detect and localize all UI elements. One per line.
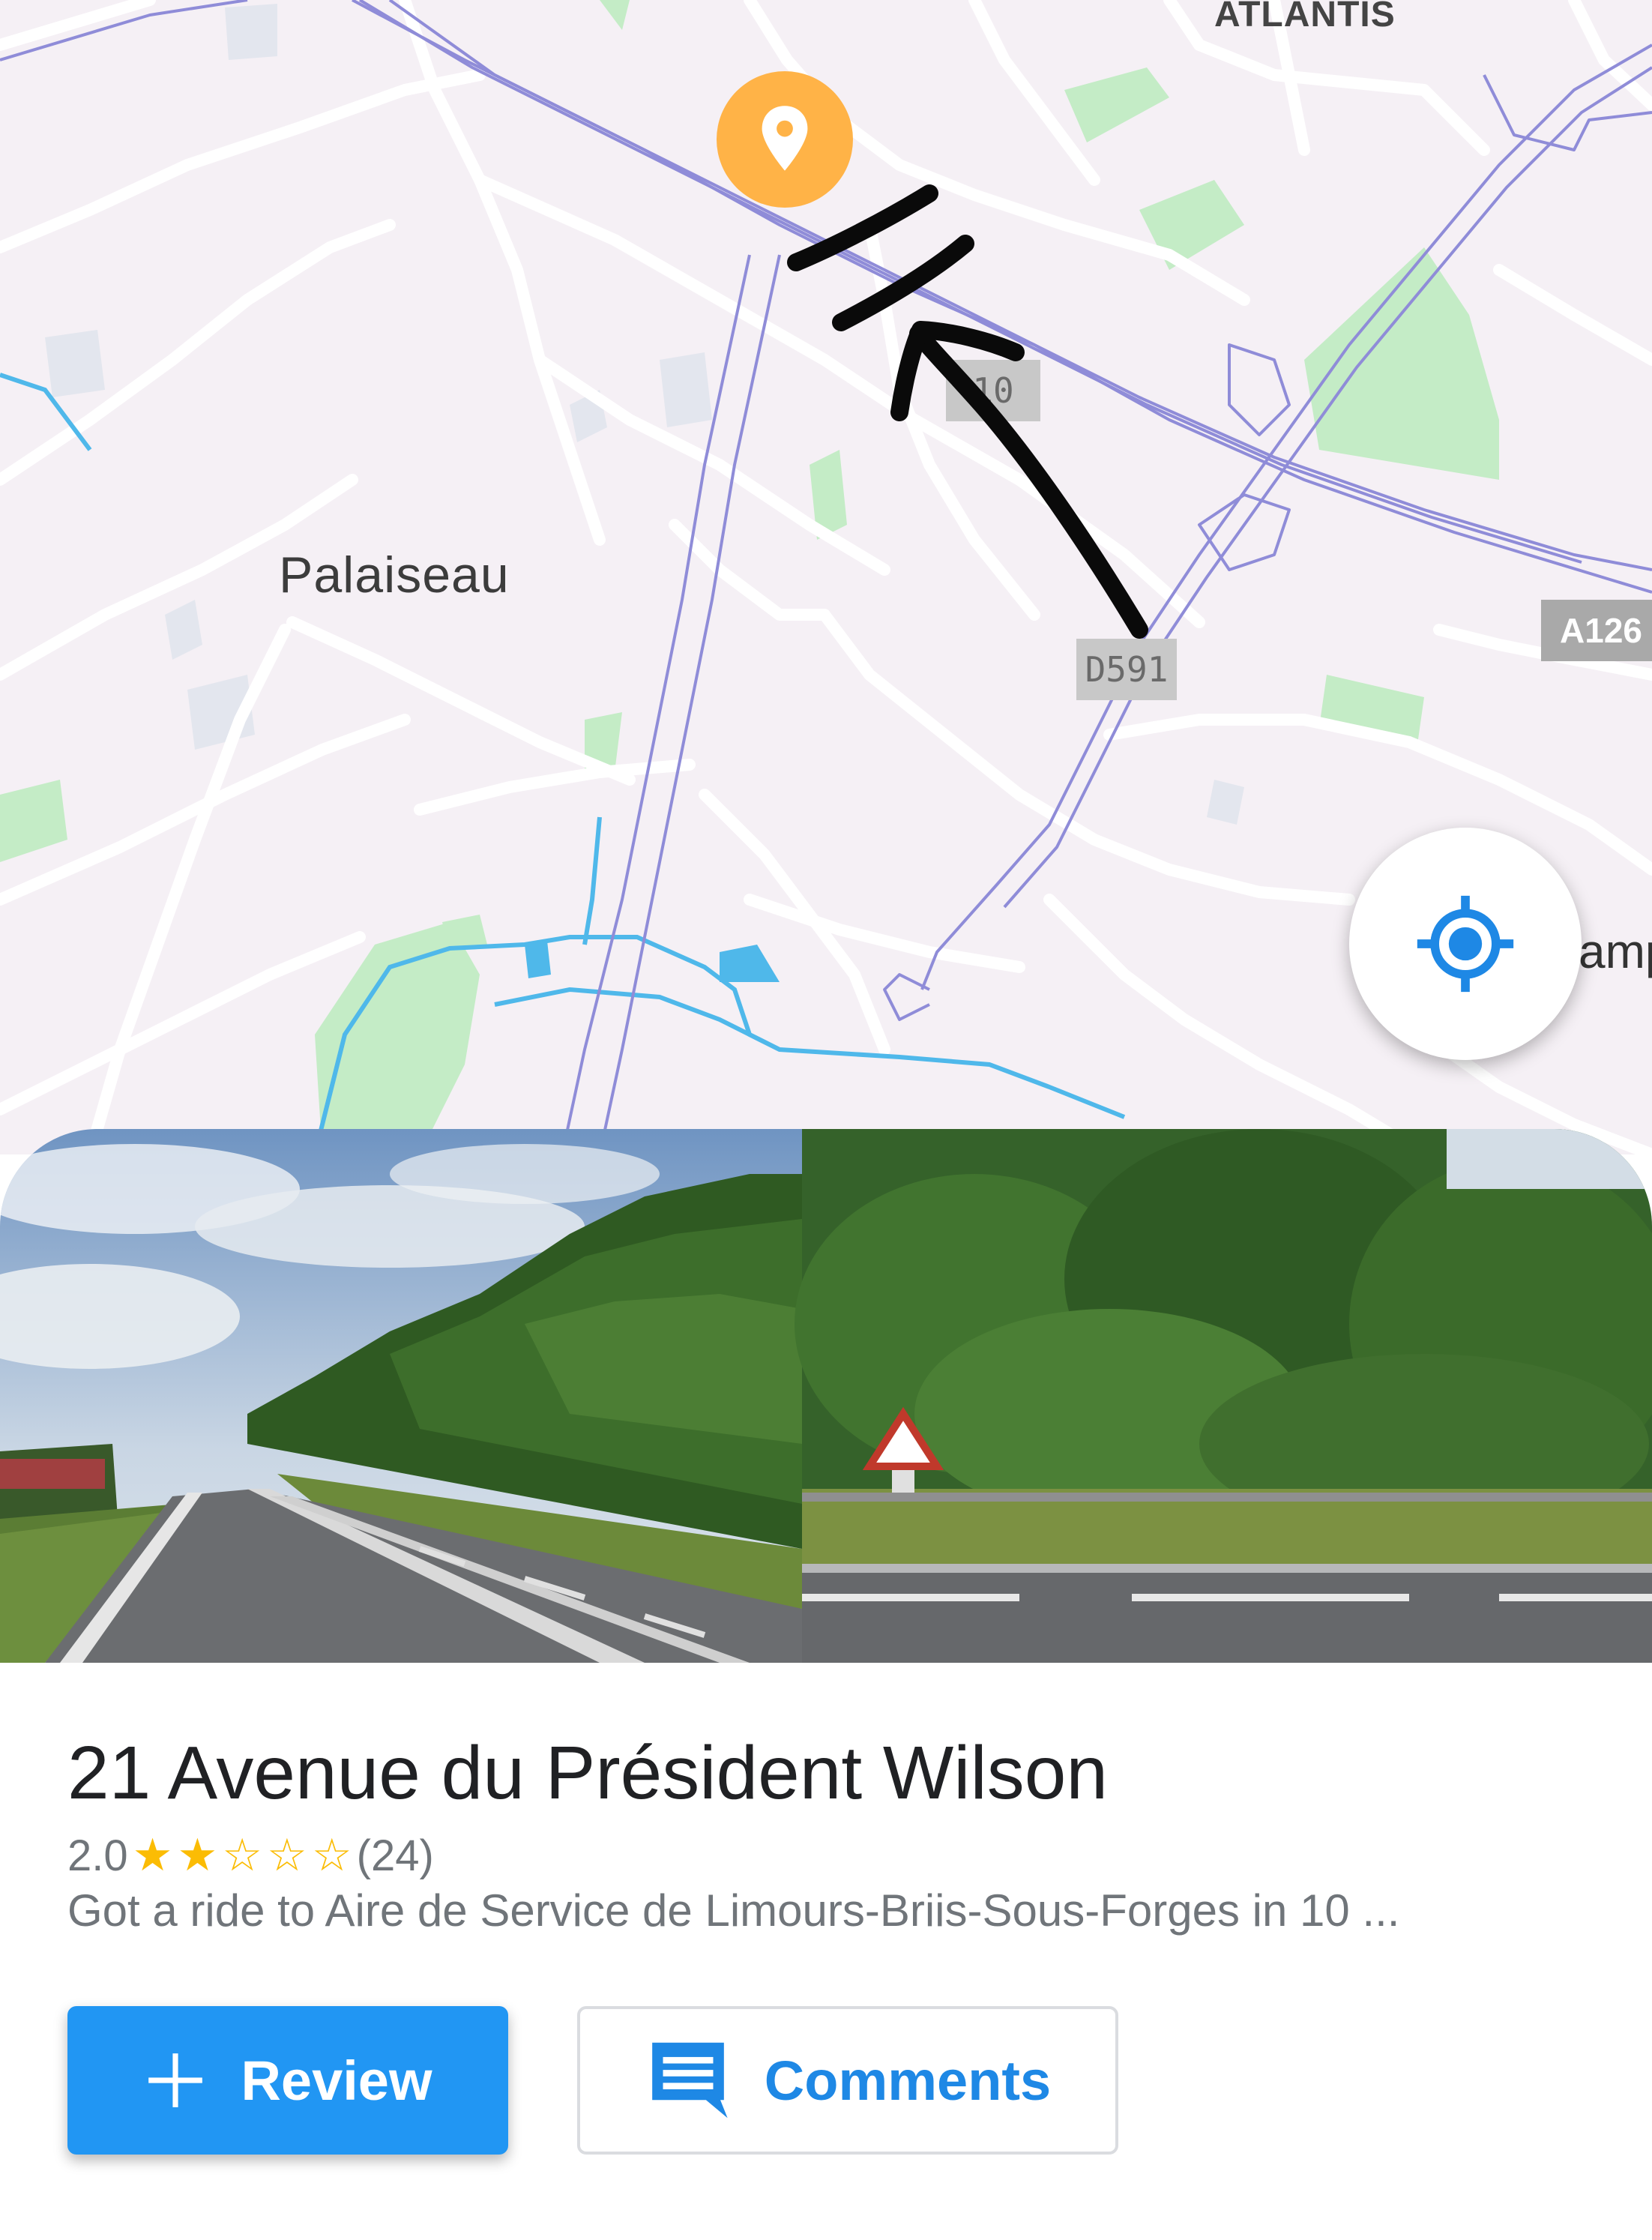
star-filled-icon: ★ — [177, 1829, 218, 1880]
comments-button[interactable]: Comments — [577, 2006, 1118, 2155]
star-empty-icon: ☆ — [311, 1829, 352, 1880]
rating-stars: ★ ★ ☆ ☆ ☆ — [128, 1831, 352, 1881]
street-view-image — [0, 1129, 1652, 1663]
review-button-label: Review — [241, 2049, 432, 2112]
my-location-icon — [1417, 895, 1514, 993]
street-view-photo[interactable] — [0, 1129, 1652, 1663]
place-info: 21 Avenue du Président Wilson 2.0 ★ ★ ☆ ☆ ☆ … — [0, 1663, 1652, 2240]
plus-icon — [143, 2048, 208, 2113]
star-filled-icon: ★ — [132, 1829, 173, 1880]
rating-row: 2.0 ★ ★ ☆ ☆ ☆ (24) — [67, 1829, 434, 1882]
star-empty-icon: ☆ — [222, 1829, 263, 1880]
comment-icon — [645, 2039, 732, 2122]
comments-button-label: Comments — [764, 2049, 1052, 2112]
star-empty-icon: ☆ — [267, 1829, 307, 1880]
place-title: 21 Avenue du Président Wilson — [67, 1731, 1108, 1815]
reviews-count: (24) — [356, 1831, 434, 1880]
review-button[interactable]: Review — [67, 2006, 508, 2155]
rating-value: 2.0 — [67, 1831, 128, 1880]
review-snippet: Got a ride to Aire de Service de Limours… — [67, 1885, 1400, 1936]
my-location-button[interactable] — [1349, 828, 1582, 1060]
place-details-sheet: 21 Avenue du Président Wilson 2.0 ★ ★ ☆ ☆ ☆ … — [0, 1129, 1652, 2240]
map-view[interactable]: Palaiseau ATLANTIS amp 10 D591 A126 — [0, 0, 1652, 1154]
